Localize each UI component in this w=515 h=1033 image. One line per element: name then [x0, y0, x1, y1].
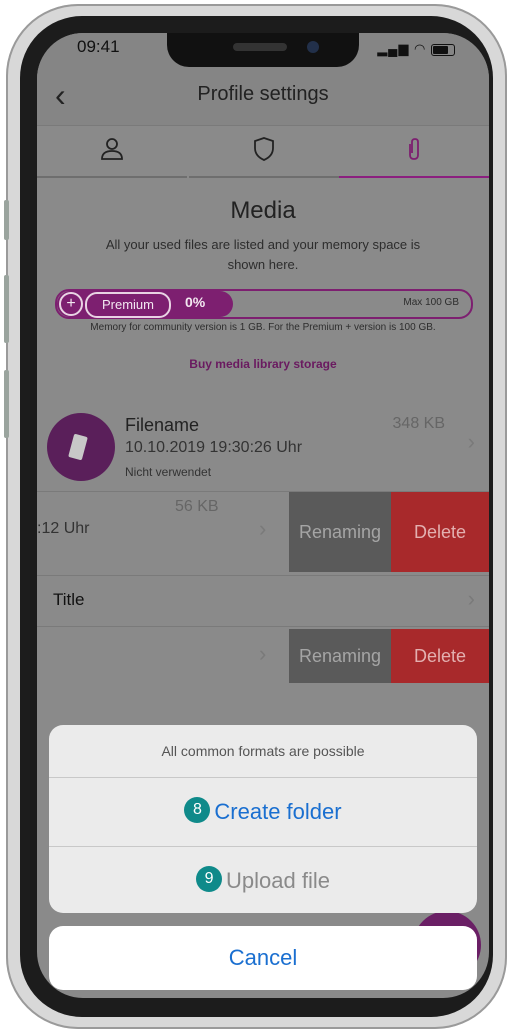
rename-button[interactable]: Renaming: [289, 629, 391, 683]
page-title: Profile settings: [197, 83, 329, 105]
step-badge: 8: [184, 797, 211, 824]
cancel-button[interactable]: Cancel: [49, 926, 477, 990]
speaker: [233, 43, 287, 51]
wifi-icon: ◠: [414, 41, 427, 56]
memory-note: Memory for community version is 1 GB. Fo…: [90, 322, 436, 333]
section-title: Media: [230, 197, 296, 224]
file-name: Filename: [125, 415, 200, 435]
signal-icon: ▂▄▆: [377, 41, 410, 56]
upload-file-label: Upload file: [226, 868, 330, 893]
user-icon: [101, 138, 123, 160]
plus-icon[interactable]: +: [59, 292, 83, 316]
file-date: 10.10.2019 19:30:26 Uhr: [125, 439, 303, 456]
rename-button[interactable]: Renaming: [289, 492, 391, 572]
delete-button[interactable]: Delete: [391, 492, 489, 572]
paperclip-icon: [409, 138, 419, 160]
upload-file-button[interactable]: 9 Upload file: [49, 847, 477, 913]
action-sheet-message: All common formats are possible: [49, 725, 477, 778]
chevron-right-icon: ›: [259, 641, 267, 666]
buy-storage-link[interactable]: Buy media library storage: [37, 357, 489, 371]
side-button-mute: [4, 200, 9, 240]
side-button-volume-up: [4, 275, 9, 343]
title-row[interactable]: Title ›: [37, 575, 489, 627]
action-sheet: All common formats are possible 8 Create …: [49, 725, 477, 913]
notch: [167, 33, 359, 67]
storage-progress-bar: + Premium 0% Max 100 GB: [55, 289, 473, 319]
list-item[interactable]: Filename 10.10.2019 19:30:26 Uhr Nicht v…: [37, 401, 489, 491]
delete-button[interactable]: Delete: [391, 629, 489, 683]
tab-security[interactable]: [189, 126, 339, 178]
status-bar: 09:41 ▂▄▆ ◠: [37, 33, 489, 73]
list-item-swiped[interactable]: :12 Uhr 56 KB › Renaming Delete: [37, 491, 489, 572]
premium-badge[interactable]: Premium: [85, 292, 171, 318]
tab-bar: [37, 125, 489, 178]
create-folder-label: Create folder: [214, 799, 342, 824]
shield-icon: [254, 137, 274, 161]
nav-bar: ‹ Profile settings: [37, 73, 489, 125]
section-description: All your used files are listed and your …: [105, 237, 421, 272]
file-thumbnail: [47, 413, 115, 481]
tab-media[interactable]: [339, 126, 489, 178]
screen: 09:41 ▂▄▆ ◠ ‹ Profile settings Media All…: [37, 33, 489, 998]
camera: [307, 41, 319, 53]
chevron-right-icon: ›: [259, 516, 267, 541]
list-item-swiped[interactable]: › Renaming Delete: [37, 629, 489, 683]
storage-max: Max 100 GB: [403, 297, 459, 308]
create-folder-button[interactable]: 8 Create folder: [49, 778, 477, 847]
file-size: 56 KB: [175, 498, 219, 515]
tab-profile[interactable]: [37, 126, 187, 178]
file-status: Nicht verwendet: [125, 465, 212, 479]
step-badge: 9: [196, 866, 223, 893]
battery-icon: [431, 43, 455, 56]
chevron-right-icon: ›: [467, 586, 475, 611]
file-size: 348 KB: [392, 415, 445, 432]
system-icons: ▂▄▆ ◠: [377, 41, 455, 57]
file-date: :12 Uhr: [37, 520, 90, 537]
side-button-volume-down: [4, 370, 9, 438]
chevron-right-icon: ›: [467, 429, 475, 454]
status-time: 09:41: [77, 37, 120, 56]
storage-percent: 0%: [185, 294, 206, 310]
title-label: Title: [53, 590, 85, 609]
